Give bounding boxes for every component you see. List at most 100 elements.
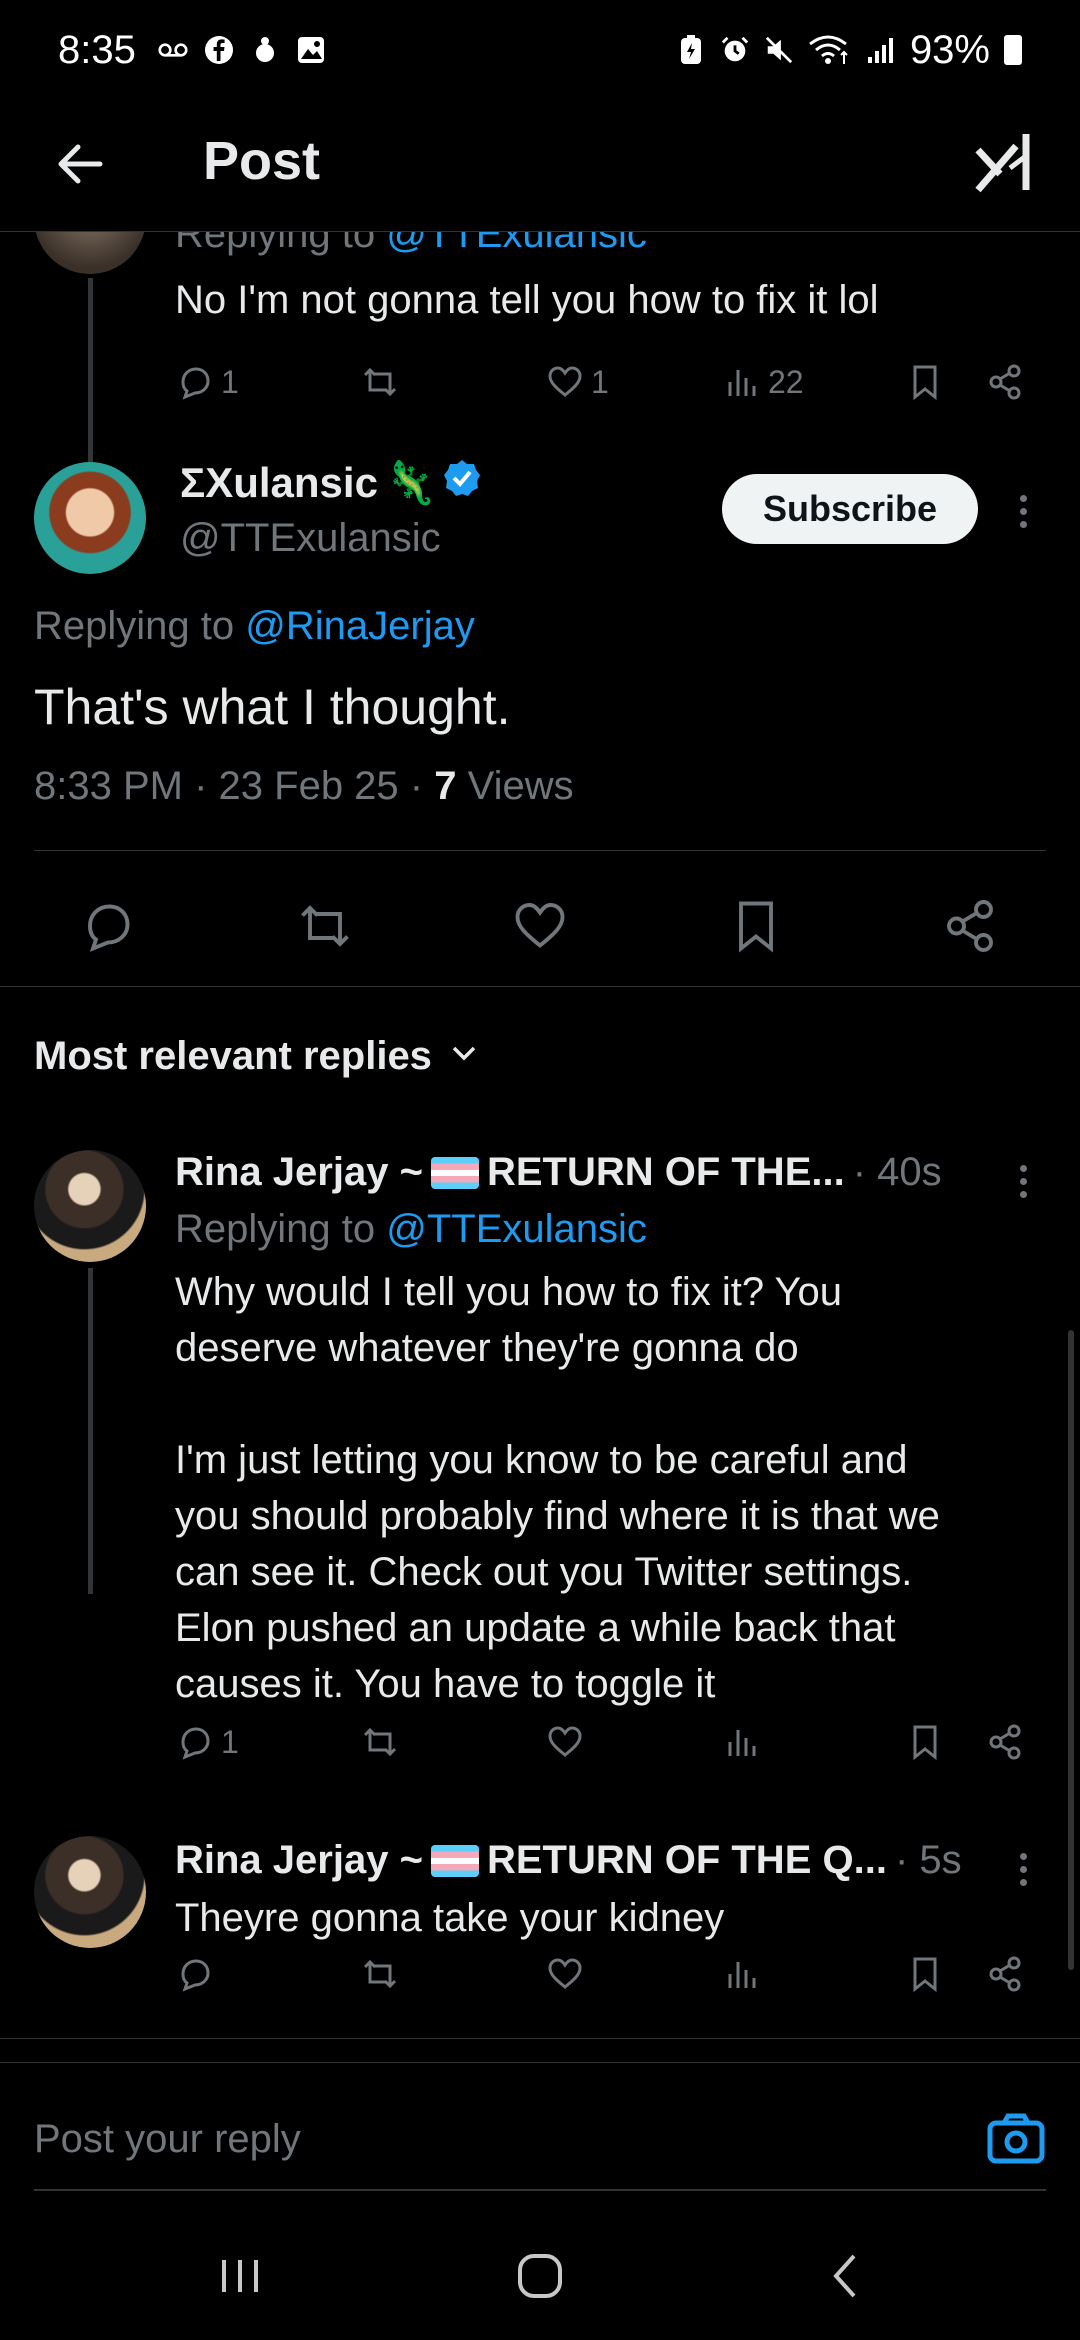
heart-icon bbox=[548, 366, 582, 397]
home-icon[interactable] bbox=[510, 2246, 570, 2306]
replying-label: Replying to bbox=[34, 604, 235, 648]
replying-handle-link[interactable]: @RinaJerjay bbox=[245, 604, 475, 648]
reply-icon bbox=[88, 904, 130, 952]
post-date: 23 Feb 25 bbox=[218, 764, 399, 808]
app-bar: Post bbox=[0, 100, 1080, 232]
reply-button[interactable]: 1 bbox=[175, 1722, 239, 1762]
trans-flag-icon bbox=[430, 1156, 479, 1189]
replying-to: Replying to @TTExulansic bbox=[175, 1207, 647, 1252]
page-title: Post bbox=[203, 131, 321, 191]
thread-line bbox=[88, 1268, 93, 1594]
replying-to: Replying to @RinaJerjay bbox=[34, 604, 475, 649]
display-name-start: Rina Jerjay ~ bbox=[175, 1150, 423, 1194]
reply-button[interactable] bbox=[78, 896, 138, 956]
avatar[interactable] bbox=[34, 1150, 146, 1262]
views-button[interactable] bbox=[722, 1722, 762, 1762]
divider bbox=[0, 2038, 1080, 2039]
grok-icon[interactable] bbox=[970, 128, 1040, 198]
author-name[interactable]: ΣXulansic 🦎 bbox=[180, 458, 482, 508]
voicemail-icon bbox=[158, 35, 188, 65]
reply-author[interactable]: Rina Jerjay ~ RETURN OF THE... · 40s bbox=[175, 1150, 942, 1195]
repost-icon bbox=[363, 1959, 397, 1989]
reply-author[interactable]: Rina Jerjay ~ RETURN OF THE Q... · 5s bbox=[175, 1838, 962, 1883]
views-icon bbox=[728, 1730, 756, 1756]
bookmark-icon bbox=[913, 1957, 937, 1993]
like-button[interactable] bbox=[545, 1954, 585, 1994]
replying-handle-link[interactable]: @TTExulansic bbox=[386, 1207, 647, 1251]
status-bar: 8:35 93% bbox=[0, 0, 1080, 100]
views-count: 22 bbox=[768, 363, 804, 400]
share-button[interactable] bbox=[940, 896, 1000, 956]
share-icon bbox=[989, 1956, 1021, 1992]
camera-icon[interactable] bbox=[986, 2111, 1046, 2167]
reply-button[interactable] bbox=[175, 1954, 215, 1994]
subscribe-button[interactable]: Subscribe bbox=[722, 474, 978, 544]
share-button[interactable] bbox=[985, 362, 1025, 402]
gallery-icon bbox=[296, 35, 326, 65]
battery-saver-icon bbox=[676, 35, 706, 65]
heart-icon bbox=[548, 1726, 582, 1757]
post-text: That's what I thought. bbox=[34, 679, 511, 735]
previous-post-text: No I'm not gonna tell you how to fix it … bbox=[175, 278, 879, 322]
views-count: 7 bbox=[434, 764, 457, 808]
share-icon bbox=[989, 1724, 1021, 1760]
scrollbar[interactable] bbox=[1068, 1330, 1074, 1970]
bookmark-icon bbox=[913, 1725, 937, 1761]
more-options-icon[interactable] bbox=[1008, 486, 1038, 536]
facebook-icon bbox=[204, 35, 234, 65]
system-nav-bar bbox=[0, 2210, 1080, 2340]
mute-icon bbox=[764, 35, 794, 65]
battery-percent: 93% bbox=[909, 27, 990, 72]
more-options-icon[interactable] bbox=[1008, 1156, 1038, 1206]
views-label: Views bbox=[467, 764, 574, 808]
replying-label: Replying to bbox=[175, 1207, 376, 1251]
reply-count: 1 bbox=[221, 1723, 239, 1760]
avatar[interactable] bbox=[34, 462, 146, 574]
display-name-end: RETURN OF THE... bbox=[486, 1150, 845, 1194]
post-meta: 8:33 PM · 23 Feb 25 · 7 Views bbox=[34, 764, 574, 808]
views-icon bbox=[728, 370, 756, 396]
replies-sort-dropdown[interactable]: Most relevant replies bbox=[34, 1034, 480, 1079]
bookmark-icon bbox=[913, 365, 937, 401]
share-button[interactable] bbox=[985, 1722, 1025, 1762]
views-button[interactable] bbox=[722, 1954, 762, 1994]
repost-button[interactable] bbox=[360, 1722, 400, 1762]
reply-text: Theyre gonna take your kidney bbox=[175, 1896, 725, 1940]
notification-icon bbox=[250, 35, 280, 65]
reply-composer: Post your reply bbox=[0, 2062, 1080, 2202]
repost-icon bbox=[301, 905, 349, 947]
trans-flag-icon bbox=[430, 1844, 479, 1877]
recent-apps-icon[interactable] bbox=[210, 2246, 270, 2306]
more-options-icon[interactable] bbox=[1008, 1844, 1038, 1894]
repost-button[interactable] bbox=[360, 1954, 400, 1994]
bookmark-button[interactable] bbox=[726, 896, 786, 956]
replying-handle-link[interactable]: @TTExulansic bbox=[386, 232, 647, 256]
repost-button[interactable] bbox=[295, 896, 355, 956]
back-nav-icon[interactable] bbox=[816, 2246, 876, 2306]
reply-input[interactable]: Post your reply bbox=[34, 2117, 301, 2162]
repost-icon bbox=[363, 1727, 397, 1757]
reply-icon bbox=[181, 367, 210, 400]
like-button[interactable]: 1 bbox=[545, 362, 609, 402]
avatar[interactable] bbox=[34, 232, 146, 274]
reply-time: · 40s bbox=[852, 1150, 942, 1194]
share-icon bbox=[947, 900, 993, 952]
bookmark-button[interactable] bbox=[905, 1722, 945, 1762]
bookmark-button[interactable] bbox=[905, 362, 945, 402]
divider bbox=[34, 850, 1046, 851]
avatar[interactable] bbox=[34, 1836, 146, 1948]
reply-button[interactable]: 1 bbox=[175, 362, 239, 402]
views-button[interactable]: 22 bbox=[722, 362, 804, 402]
repost-button[interactable] bbox=[360, 362, 400, 402]
like-button[interactable] bbox=[545, 1722, 585, 1762]
alarm-icon bbox=[720, 35, 750, 65]
like-button[interactable] bbox=[510, 896, 570, 956]
reply-count: 1 bbox=[221, 363, 239, 400]
share-button[interactable] bbox=[985, 1954, 1025, 1994]
bookmark-button[interactable] bbox=[905, 1954, 945, 1994]
display-name-end: RETURN OF THE Q... bbox=[486, 1838, 887, 1882]
status-time: 8:35 bbox=[58, 27, 136, 72]
arrow-left-icon[interactable] bbox=[50, 134, 110, 194]
author-handle[interactable]: @TTExulansic bbox=[180, 516, 441, 561]
replying-to: Replying to @TTExulansic bbox=[175, 232, 647, 257]
